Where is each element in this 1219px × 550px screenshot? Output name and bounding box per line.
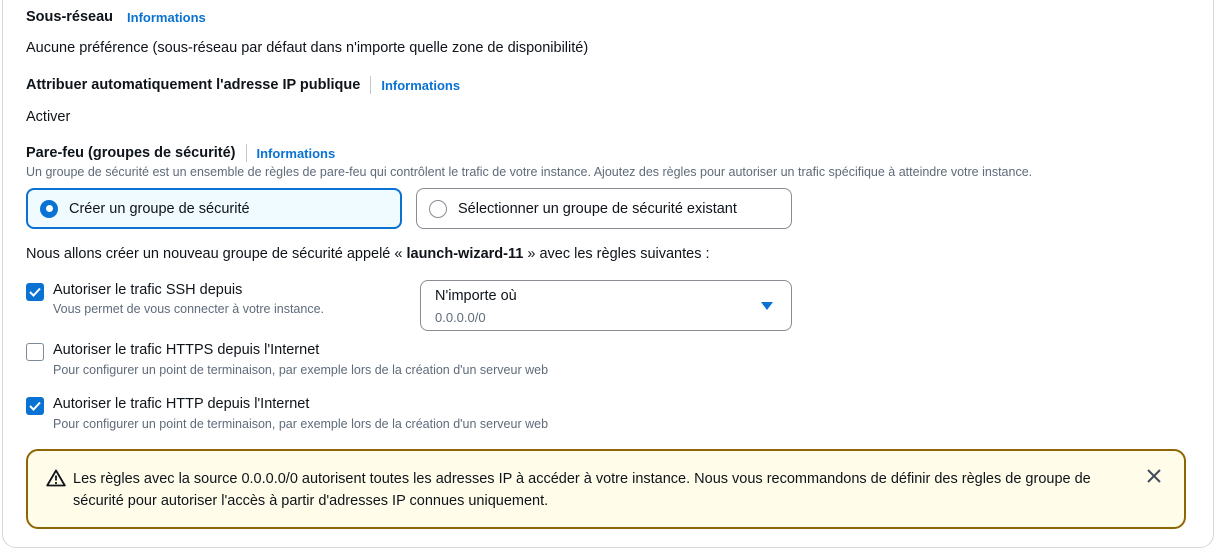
select-existing-security-group-option[interactable]: Sélectionner un groupe de sécurité exist… xyxy=(416,188,792,229)
https-rule-checkbox[interactable] xyxy=(26,343,44,361)
public-ip-label: Attribuer automatiquement l'adresse IP p… xyxy=(26,77,361,93)
public-ip-value: Activer xyxy=(26,109,71,125)
subnet-label-row: Sous-réseau Informations xyxy=(26,9,206,25)
ssh-source-select[interactable]: N'importe où 0.0.0.0/0 xyxy=(420,280,792,331)
checkmark-icon xyxy=(29,401,41,411)
firewall-description: Un groupe de sécurité est un ensemble de… xyxy=(26,165,1033,179)
subnet-value: Aucune préférence (sous-réseau par défau… xyxy=(26,40,589,56)
radio-selected-icon xyxy=(40,199,58,218)
security-group-create-notice: Nous allons créer un nouveau groupe de s… xyxy=(26,246,710,262)
caret-down-icon xyxy=(761,302,773,310)
firewall-info-link[interactable]: Informations xyxy=(257,146,336,161)
http-rule-checkbox[interactable] xyxy=(26,397,44,415)
firewall-label-row: Pare-feu (groupes de sécurité) Informati… xyxy=(26,144,335,162)
subnet-info-link[interactable]: Informations xyxy=(127,10,206,25)
create-text-before: Nous allons créer un nouveau groupe de s… xyxy=(26,246,407,262)
ssh-rule-label: Autoriser le trafic SSH depuis xyxy=(53,282,243,298)
create-security-group-option[interactable]: Créer un groupe de sécurité xyxy=(26,188,402,229)
create-security-group-label: Créer un groupe de sécurité xyxy=(69,200,250,217)
label-divider xyxy=(245,144,247,162)
ssh-rule-checkbox[interactable] xyxy=(26,283,44,301)
security-group-name: launch-wizard-11 xyxy=(406,246,524,262)
public-ip-label-row: Attribuer automatiquement l'adresse IP p… xyxy=(26,76,460,94)
alert-message: Les règles avec la source 0.0.0.0/0 auto… xyxy=(73,471,1091,509)
label-divider xyxy=(370,76,372,94)
http-rule-label: Autoriser le trafic HTTP depuis l'Intern… xyxy=(53,396,310,412)
public-ip-info-link[interactable]: Informations xyxy=(381,78,460,93)
ssh-rule-description: Vous permet de vous connecter à votre in… xyxy=(53,302,324,316)
http-rule-description: Pour configurer un point de terminaison,… xyxy=(53,417,549,431)
select-existing-security-group-label: Sélectionner un groupe de sécurité exist… xyxy=(458,200,737,217)
create-text-after: » avec les règles suivantes : xyxy=(523,246,710,262)
warning-icon xyxy=(46,469,66,487)
https-rule-description: Pour configurer un point de terminaison,… xyxy=(53,363,549,377)
checkmark-icon xyxy=(29,287,41,297)
subnet-label: Sous-réseau xyxy=(26,9,114,25)
ssh-source-value: N'importe où xyxy=(435,288,517,304)
ssh-source-cidr: 0.0.0.0/0 xyxy=(435,310,486,325)
security-warning-alert: Les règles avec la source 0.0.0.0/0 auto… xyxy=(26,449,1186,529)
firewall-label: Pare-feu (groupes de sécurité) xyxy=(26,145,236,161)
radio-unselected-icon xyxy=(429,199,447,218)
https-rule-label: Autoriser le trafic HTTPS depuis l'Inter… xyxy=(53,342,320,358)
close-icon[interactable] xyxy=(1146,468,1162,484)
